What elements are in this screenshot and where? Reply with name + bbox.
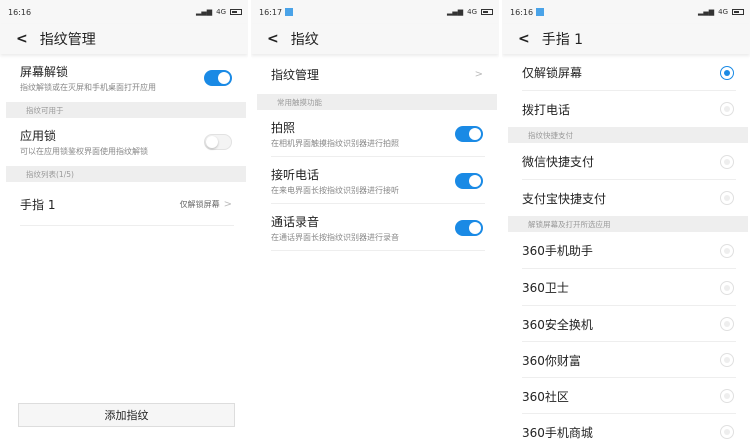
app-lock-toggle[interactable] [204,134,232,150]
section-header: 解锁屏幕及打开所选应用 [508,216,748,232]
page-title: 指纹 [290,32,319,48]
network-type: 4G [216,8,226,16]
call-record-row[interactable]: 通话录音在通话界面长按指纹识别器进行录音 [251,204,499,251]
option-label: 360手机商城 [522,425,593,440]
radio-button[interactable] [720,353,734,367]
app-option-row[interactable]: 360手机助手 [502,232,750,269]
app-option-row[interactable]: 360你财富 [502,342,750,378]
clock: 16:16 [510,7,534,17]
answer-call-toggle[interactable] [455,172,483,189]
battery-icon [481,9,493,15]
section-header: 指纹列表(1/5) [6,166,246,182]
option-label: 微信快捷支付 [522,155,595,169]
option-label: 拨打电话 [522,102,571,117]
page-title: 指纹管理 [39,32,96,48]
answer-call-row[interactable]: 接听电话在来电界面长按指纹识别器进行接听 [251,157,499,204]
notification-icon [285,8,294,16]
chevron-right-icon: > [474,68,483,80]
radio-button[interactable] [720,191,734,205]
row-subtitle: 在通话界面长按指纹识别器进行录音 [271,232,399,242]
option-label: 360社区 [522,389,569,404]
row-subtitle: 在相机界面触摸指纹识别器进行拍照 [271,138,399,148]
fingerprint-screen: 16:17 ▂▄▆ 4G < 指纹 指纹管理 > 常用触摸功能 拍照在相机界面触摸… [251,0,499,442]
radio-button[interactable] [720,425,734,439]
call-record-toggle[interactable] [455,219,483,236]
app-option-row[interactable]: 360手机商城 [502,414,750,442]
back-button[interactable]: < [518,31,530,47]
option-label: 360卫士 [522,281,569,295]
signal-icon: ▂▄▆ [195,8,213,16]
option-row[interactable]: 仅解锁屏幕 [502,54,750,91]
status-bar: 16:17 ▂▄▆ 4G [251,0,499,24]
row-subtitle: 可以在应用锁鉴权界面使用指纹解锁 [20,147,148,156]
status-bar: 16:16 ▂▄▆ 4G [0,0,248,24]
option-label: 仅解锁屏幕 [522,66,583,80]
app-lock-row[interactable]: 应用锁可以在应用锁鉴权界面使用指纹解锁 [0,118,248,166]
option-label: 支付宝快捷支付 [522,191,607,206]
row-title: 接听电话 [271,167,320,182]
app-option-row[interactable]: 360卫士 [502,269,750,306]
row-title: 手指 1 [20,197,56,212]
radio-button[interactable] [720,102,734,116]
row-title: 通话录音 [271,214,320,229]
screen-unlock-toggle[interactable] [204,70,232,86]
clock: 16:16 [8,7,32,17]
option-row[interactable]: 支付宝快捷支付 [502,180,750,216]
screen-unlock-row[interactable]: 屏幕解锁指纹解锁或在灭屏和手机桌面打开应用 [0,54,248,102]
app-bar: < 手指 1 [502,24,750,54]
option-row[interactable]: 拨打电话 [502,91,750,127]
row-title: 拍照 [271,120,296,135]
fingerprint-management-screen: 16:16 ▂▄▆ 4G < 指纹管理 屏幕解锁指纹解锁或在灭屏和手机桌面打开应用… [0,0,248,442]
row-value: 仅解锁屏幕 [179,199,220,209]
radio-button[interactable] [720,280,734,295]
row-title: 指纹管理 [271,67,320,82]
option-label: 360你财富 [522,353,581,368]
radio-button[interactable] [720,317,734,331]
row-title: 屏幕解锁 [20,65,69,79]
radio-button[interactable] [720,154,734,169]
clock: 16:17 [259,7,283,17]
option-label: 360安全换机 [522,317,593,332]
row-title: 应用锁 [20,129,57,143]
option-row[interactable]: 微信快捷支付 [502,143,750,180]
back-button[interactable]: < [16,31,28,47]
page-title: 手指 1 [541,32,584,48]
signal-icon: ▂▄▆ [446,8,464,16]
photo-row[interactable]: 拍照在相机界面触摸指纹识别器进行拍照 [251,110,499,157]
notification-icon [536,8,545,16]
finger-1-screen: 16:16 ▂▄▆ 4G < 手指 1 仅解锁屏幕 拨打电话 指纹快捷支付 微信快… [502,0,750,442]
radio-button[interactable] [720,65,734,80]
photo-toggle[interactable] [455,125,483,142]
row-subtitle: 在来电界面长按指纹识别器进行接听 [271,185,399,195]
app-option-row[interactable]: 360社区 [502,378,750,414]
finger-1-row[interactable]: 手指 1 仅解锁屏幕 > [0,182,248,226]
signal-icon: ▂▄▆ [697,8,715,16]
app-option-row[interactable]: 360安全换机 [502,306,750,342]
network-type: 4G [718,8,728,16]
row-subtitle: 指纹解锁或在灭屏和手机桌面打开应用 [20,83,156,92]
option-label: 360手机助手 [522,244,593,258]
status-bar: 16:16 ▂▄▆ 4G [502,0,750,24]
app-bar: < 指纹管理 [0,24,248,54]
section-header: 指纹可用于 [6,102,246,118]
battery-icon [230,9,242,15]
section-header: 常用触摸功能 [257,94,497,110]
add-fingerprint-button[interactable]: 添加指纹 [18,403,235,427]
radio-button[interactable] [720,389,734,403]
section-header: 指纹快捷支付 [508,127,748,143]
radio-button[interactable] [720,243,734,258]
back-button[interactable]: < [267,31,279,47]
network-type: 4G [467,8,477,16]
chevron-right-icon: > [223,198,232,210]
battery-icon [732,9,744,15]
app-bar: < 指纹 [251,24,499,54]
fingerprint-management-row[interactable]: 指纹管理 > [251,54,499,94]
